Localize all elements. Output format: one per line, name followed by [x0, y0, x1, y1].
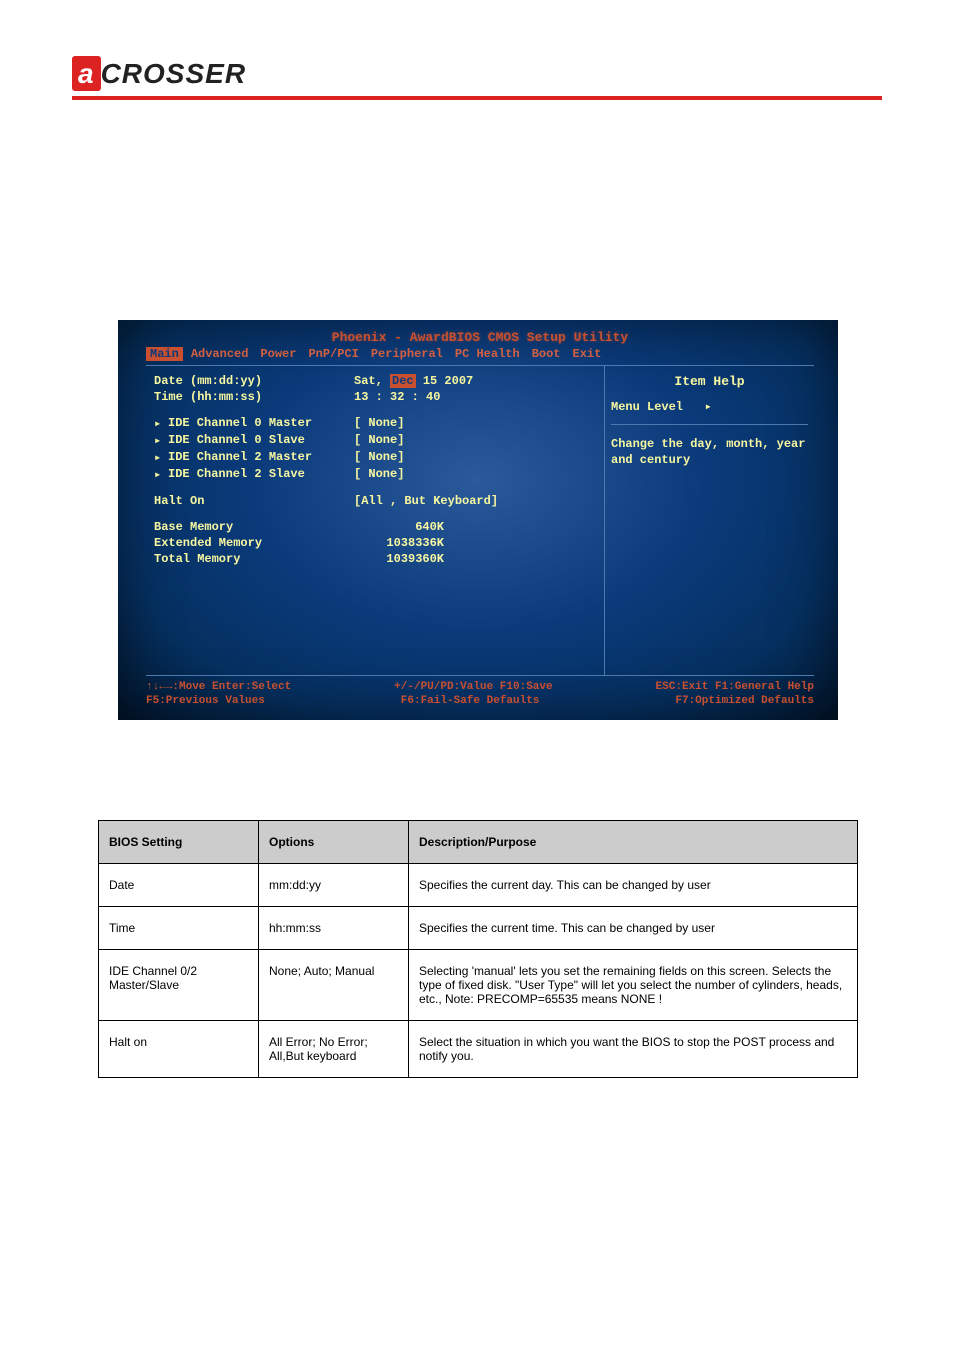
- bios-row-ide2m[interactable]: ▸ IDE Channel 2 Master [ None]: [154, 450, 600, 465]
- bios-menu-boot[interactable]: Boot: [528, 347, 565, 361]
- cell-options: None; Auto; Manual: [259, 950, 409, 1021]
- logo-a: a: [72, 56, 101, 91]
- cell-desc: Selecting 'manual' lets you set the rema…: [409, 950, 858, 1021]
- bios-main-panel: Date (mm:dd:yy) Sat, Dec 15 2007 Time (h…: [146, 366, 604, 675]
- cell-desc: Select the situation in which you want t…: [409, 1021, 858, 1078]
- cell-setting: Halt on: [99, 1021, 259, 1078]
- table-row: Date mm:dd:yy Specifies the current day.…: [99, 864, 858, 907]
- settings-table: BIOS Setting Options Description/Purpose…: [98, 820, 858, 1078]
- totmem-value: 1039360K: [354, 552, 444, 566]
- help-text: Change the day, month, year and century: [611, 437, 808, 468]
- bios-menu-peripheral[interactable]: Peripheral: [367, 347, 447, 361]
- th-desc: Description/Purpose: [409, 821, 858, 864]
- ide2m-label: IDE Channel 2 Master: [168, 450, 354, 465]
- halt-value[interactable]: [All , But Keyboard]: [354, 494, 600, 508]
- menu-level-label: Menu Level: [611, 400, 683, 414]
- bios-menu-exit[interactable]: Exit: [569, 347, 606, 361]
- triangle-right-icon: ▸: [154, 450, 168, 465]
- date-post: 15 2007: [416, 374, 474, 388]
- bios-row-extmem: Extended Memory 1038336K: [154, 536, 600, 550]
- help-title: Item Help: [611, 374, 808, 389]
- bios-help-panel: Item Help Menu Level ▸ Change the day, m…: [604, 366, 814, 675]
- ide2s-value[interactable]: [ None]: [354, 467, 600, 482]
- totmem-label: Total Memory: [154, 552, 354, 566]
- triangle-right-icon: ▸: [154, 433, 168, 448]
- bios-row-time[interactable]: Time (hh:mm:ss) 13 : 32 : 40: [154, 390, 600, 404]
- table-row: Halt on All Error; No Error; All,But key…: [99, 1021, 858, 1078]
- th-setting: BIOS Setting: [99, 821, 259, 864]
- date-pre: Sat,: [354, 374, 390, 388]
- bios-footer: ↑↓←→:Move Enter:Select +/-/PU/PD:Value F…: [146, 675, 814, 709]
- footer-exit: ESC:Exit F1:General Help: [656, 680, 814, 694]
- th-options: Options: [259, 821, 409, 864]
- halt-label: Halt On: [154, 494, 354, 508]
- ide0m-value[interactable]: [ None]: [354, 416, 600, 431]
- cell-desc: Specifies the current time. This can be …: [409, 907, 858, 950]
- table-header-row: BIOS Setting Options Description/Purpose: [99, 821, 858, 864]
- ide2m-value[interactable]: [ None]: [354, 450, 600, 465]
- ide0s-label: IDE Channel 0 Slave: [168, 433, 354, 448]
- ide2s-label: IDE Channel 2 Slave: [168, 467, 354, 482]
- date-label: Date (mm:dd:yy): [154, 374, 354, 388]
- table-row: IDE Channel 0/2 Master/Slave None; Auto;…: [99, 950, 858, 1021]
- date-hl[interactable]: Dec: [390, 374, 416, 388]
- footer-prev: F5:Previous Values: [146, 694, 265, 708]
- bios-menu-power[interactable]: Power: [256, 347, 300, 361]
- header-divider: [72, 96, 882, 100]
- bios-menu-pchealth[interactable]: PC Health: [451, 347, 524, 361]
- bios-row-totmem: Total Memory 1039360K: [154, 552, 600, 566]
- bios-title: Phoenix - AwardBIOS CMOS Setup Utility: [146, 330, 814, 345]
- cell-desc: Specifies the current day. This can be c…: [409, 864, 858, 907]
- bios-row-halt[interactable]: Halt On [All , But Keyboard]: [154, 494, 600, 508]
- footer-optimized: F7:Optimized Defaults: [675, 694, 814, 708]
- extmem-label: Extended Memory: [154, 536, 354, 550]
- time-value[interactable]: 13 : 32 : 40: [354, 390, 600, 404]
- footer-failsafe: F6:Fail-Safe Defaults: [401, 694, 540, 708]
- bios-row-basemem: Base Memory 640K: [154, 520, 600, 534]
- triangle-right-icon: ▸: [154, 416, 168, 431]
- bios-row-ide2s[interactable]: ▸ IDE Channel 2 Slave [ None]: [154, 467, 600, 482]
- time-label: Time (hh:mm:ss): [154, 390, 354, 404]
- bios-menu-pnppci[interactable]: PnP/PCI: [304, 347, 362, 361]
- date-value[interactable]: Sat, Dec 15 2007: [354, 374, 600, 388]
- triangle-right-icon: ▸: [154, 467, 168, 482]
- table-row: Time hh:mm:ss Specifies the current time…: [99, 907, 858, 950]
- menu-level: Menu Level ▸: [611, 399, 808, 425]
- footer-value: +/-/PU/PD:Value F10:Save: [394, 680, 552, 694]
- bios-menu-main[interactable]: Main: [146, 347, 183, 361]
- cell-options: All Error; No Error; All,But keyboard: [259, 1021, 409, 1078]
- bios-menu-advanced[interactable]: Advanced: [187, 347, 253, 361]
- basemem-label: Base Memory: [154, 520, 354, 534]
- bios-row-ide0m[interactable]: ▸ IDE Channel 0 Master [ None]: [154, 416, 600, 431]
- brand-logo: aCROSSER: [72, 58, 246, 90]
- basemem-value: 640K: [354, 520, 444, 534]
- logo-rest: CROSSER: [101, 58, 246, 89]
- cell-options: mm:dd:yy: [259, 864, 409, 907]
- bios-screenshot: Phoenix - AwardBIOS CMOS Setup Utility M…: [118, 320, 838, 720]
- bios-row-ide0s[interactable]: ▸ IDE Channel 0 Slave [ None]: [154, 433, 600, 448]
- cell-setting: Time: [99, 907, 259, 950]
- cell-options: hh:mm:ss: [259, 907, 409, 950]
- ide0s-value[interactable]: [ None]: [354, 433, 600, 448]
- ide0m-label: IDE Channel 0 Master: [168, 416, 354, 431]
- bios-row-date[interactable]: Date (mm:dd:yy) Sat, Dec 15 2007: [154, 374, 600, 388]
- extmem-value: 1038336K: [354, 536, 444, 550]
- footer-move: ↑↓←→:Move Enter:Select: [146, 680, 291, 694]
- bios-menu-bar: Main Advanced Power PnP/PCI Peripheral P…: [146, 347, 814, 361]
- cell-setting: Date: [99, 864, 259, 907]
- cell-setting: IDE Channel 0/2 Master/Slave: [99, 950, 259, 1021]
